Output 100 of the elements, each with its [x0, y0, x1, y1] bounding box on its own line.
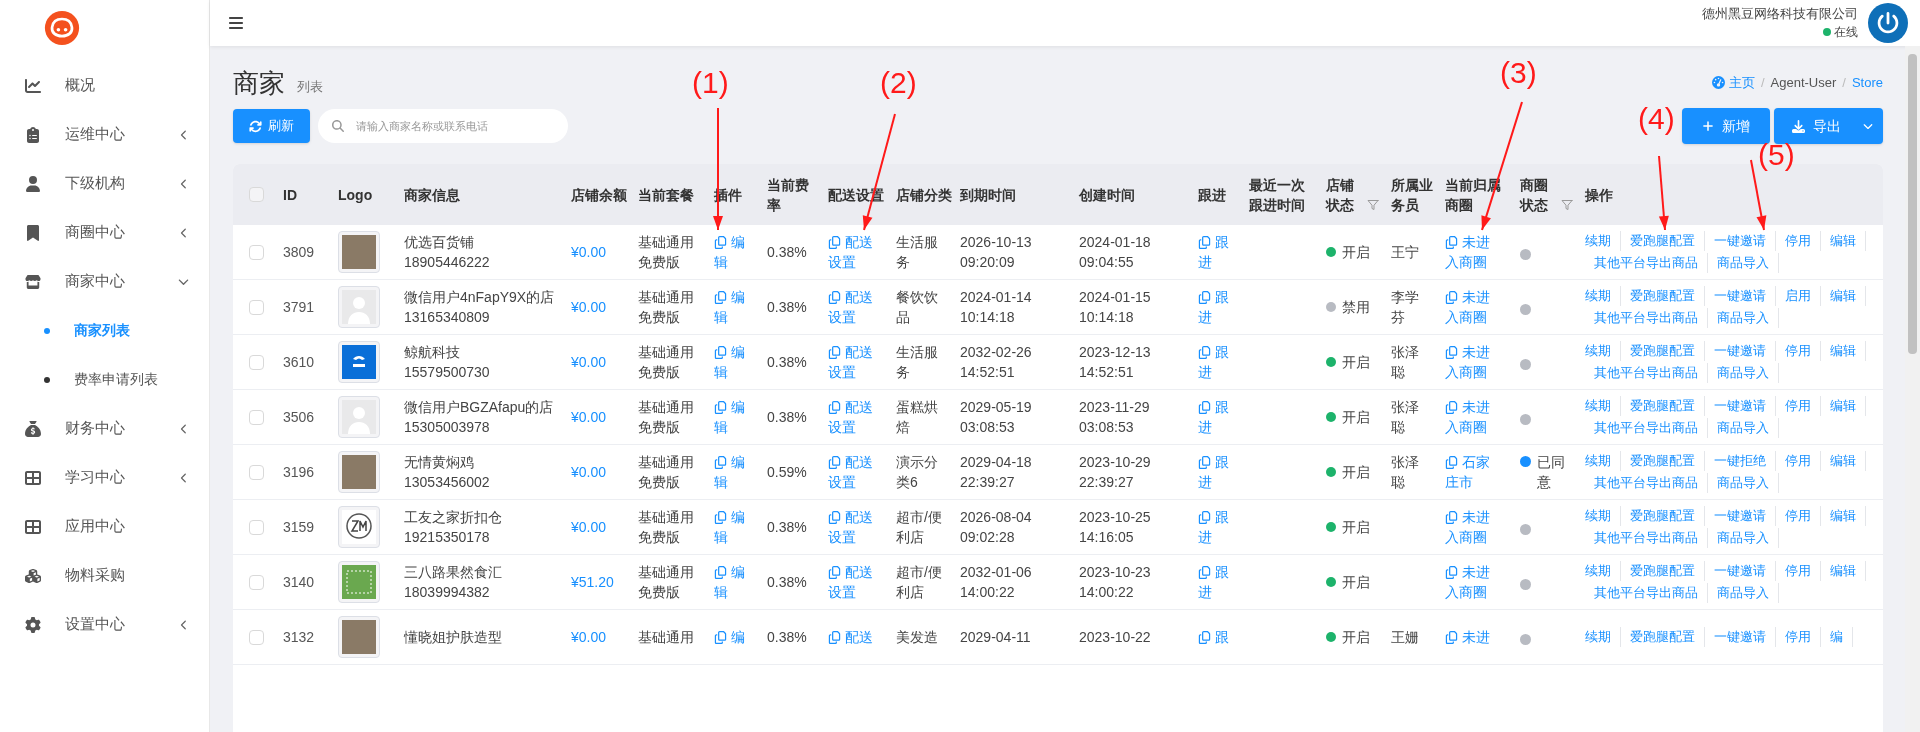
business-circle-link[interactable]: 石家庄市: [1445, 452, 1497, 492]
action-link[interactable]: 编辑: [1821, 506, 1866, 526]
action-link[interactable]: 编辑: [1821, 341, 1866, 361]
action-link[interactable]: 其他平台导出商品: [1585, 308, 1708, 328]
action-link[interactable]: 停用: [1776, 451, 1821, 471]
action-link[interactable]: 续期: [1585, 506, 1621, 526]
follow-up-link[interactable]: 跟进: [1198, 232, 1239, 272]
row-checkbox[interactable]: [249, 574, 264, 590]
delivery-settings-link[interactable]: 配送设置: [828, 287, 880, 327]
follow-up-link[interactable]: 跟进: [1198, 452, 1239, 492]
action-link[interactable]: 续期: [1585, 451, 1621, 471]
row-checkbox[interactable]: [249, 629, 264, 645]
action-link[interactable]: 商品导入: [1708, 418, 1779, 438]
select-all-checkbox[interactable]: [249, 187, 264, 202]
edit-link[interactable]: 编: [714, 627, 753, 647]
action-link[interactable]: 编辑: [1821, 231, 1866, 251]
action-link[interactable]: 商品导入: [1708, 473, 1779, 493]
row-checkbox[interactable]: [249, 519, 264, 535]
delivery-settings-link[interactable]: 配送设置: [828, 397, 880, 437]
follow-up-link[interactable]: 跟进: [1198, 562, 1239, 602]
business-circle-link[interactable]: 未进入商圈: [1445, 507, 1497, 547]
action-link[interactable]: 爱跑腿配置: [1621, 231, 1705, 251]
sidebar-item[interactable]: 学习中心: [0, 453, 209, 502]
edit-link[interactable]: 编辑: [714, 507, 753, 547]
user-avatar[interactable]: [1868, 3, 1908, 43]
search-field[interactable]: 请输入商家名称或联系电话: [318, 109, 568, 143]
action-link[interactable]: 商品导入: [1708, 253, 1779, 273]
action-link[interactable]: 商品导入: [1708, 583, 1779, 603]
action-link[interactable]: 续期: [1585, 627, 1621, 647]
action-link[interactable]: 启用: [1776, 286, 1821, 306]
action-link[interactable]: 编辑: [1821, 561, 1866, 581]
action-link[interactable]: 商品导入: [1708, 528, 1779, 548]
action-link[interactable]: 爱跑腿配置: [1621, 396, 1705, 416]
scrollbar-thumb[interactable]: [1908, 54, 1917, 354]
business-circle-link[interactable]: 未进入商圈: [1445, 342, 1497, 382]
action-link[interactable]: 商品导入: [1708, 363, 1779, 383]
action-link[interactable]: 一键拒绝: [1705, 451, 1776, 471]
action-link[interactable]: 其他平台导出商品: [1585, 418, 1708, 438]
action-link[interactable]: 停用: [1776, 231, 1821, 251]
action-link[interactable]: 编辑: [1821, 451, 1866, 471]
sidebar-item[interactable]: 财务中心: [0, 404, 209, 453]
edit-link[interactable]: 编辑: [714, 452, 753, 492]
sidebar-subitem[interactable]: 费率申请列表: [0, 355, 209, 404]
edit-link[interactable]: 编辑: [714, 232, 753, 272]
action-link[interactable]: 续期: [1585, 286, 1621, 306]
row-checkbox[interactable]: [249, 409, 264, 425]
sidebar-item[interactable]: 概况: [0, 61, 209, 110]
action-link[interactable]: 其他平台导出商品: [1585, 583, 1708, 603]
action-link[interactable]: 停用: [1776, 341, 1821, 361]
delivery-settings-link[interactable]: 配送设置: [828, 232, 880, 272]
action-link[interactable]: 商品导入: [1708, 308, 1779, 328]
row-checkbox[interactable]: [249, 464, 264, 480]
export-button[interactable]: 导出: [1774, 108, 1883, 144]
row-checkbox[interactable]: [249, 354, 264, 370]
action-link[interactable]: 爱跑腿配置: [1621, 451, 1705, 471]
follow-up-link[interactable]: 跟进: [1198, 342, 1239, 382]
business-circle-link[interactable]: 未进入商圈: [1445, 562, 1497, 602]
filter-icon[interactable]: [1367, 198, 1379, 211]
action-link[interactable]: 续期: [1585, 561, 1621, 581]
action-link[interactable]: 停用: [1776, 506, 1821, 526]
action-link[interactable]: 一键邀请: [1705, 506, 1776, 526]
edit-link[interactable]: 编辑: [714, 342, 753, 382]
sidebar-item[interactable]: 商家中心: [0, 257, 209, 306]
sidebar-item[interactable]: 物料采购: [0, 551, 209, 600]
delivery-settings-link[interactable]: 配送设置: [828, 452, 880, 492]
row-checkbox[interactable]: [249, 244, 264, 260]
action-link[interactable]: 一键邀请: [1705, 561, 1776, 581]
breadcrumb-link[interactable]: Store: [1851, 72, 1883, 92]
add-button[interactable]: 新增: [1682, 108, 1770, 144]
edit-link[interactable]: 编辑: [714, 562, 753, 602]
sidebar-item[interactable]: 运维中心: [0, 110, 209, 159]
business-circle-link[interactable]: 未进入商圈: [1445, 397, 1497, 437]
action-link[interactable]: 续期: [1585, 341, 1621, 361]
edit-link[interactable]: 编辑: [714, 287, 753, 327]
action-link[interactable]: 一键邀请: [1705, 396, 1776, 416]
delivery-settings-link[interactable]: 配送设置: [828, 342, 880, 382]
action-link[interactable]: 爱跑腿配置: [1621, 627, 1705, 647]
row-checkbox[interactable]: [249, 299, 264, 315]
action-link[interactable]: 一键邀请: [1705, 627, 1776, 647]
action-link[interactable]: 爱跑腿配置: [1621, 506, 1705, 526]
action-link[interactable]: 编辑: [1821, 396, 1866, 416]
action-link[interactable]: 其他平台导出商品: [1585, 253, 1708, 273]
edit-link[interactable]: 编辑: [714, 397, 753, 437]
follow-up-link[interactable]: 跟进: [1198, 397, 1239, 437]
business-circle-link[interactable]: 未进入商圈: [1445, 232, 1497, 272]
action-link[interactable]: 其他平台导出商品: [1585, 363, 1708, 383]
business-circle-link[interactable]: 未进: [1445, 627, 1497, 647]
sidebar-item[interactable]: 设置中心: [0, 600, 209, 649]
delivery-settings-link[interactable]: 配送设置: [828, 507, 880, 547]
action-link[interactable]: 一键邀请: [1705, 231, 1776, 251]
action-link[interactable]: 其他平台导出商品: [1585, 528, 1708, 548]
action-link[interactable]: 一键邀请: [1705, 286, 1776, 306]
breadcrumb-link[interactable]: 主页: [1711, 72, 1755, 92]
delivery-settings-link[interactable]: 配送设置: [828, 562, 880, 602]
follow-up-link[interactable]: 跟进: [1198, 287, 1239, 327]
follow-up-link[interactable]: 跟进: [1198, 507, 1239, 547]
breadcrumb-link[interactable]: Agent-User: [1770, 72, 1837, 92]
menu-icon[interactable]: [228, 15, 244, 31]
action-link[interactable]: 爱跑腿配置: [1621, 561, 1705, 581]
refresh-button[interactable]: 刷新: [233, 109, 310, 143]
